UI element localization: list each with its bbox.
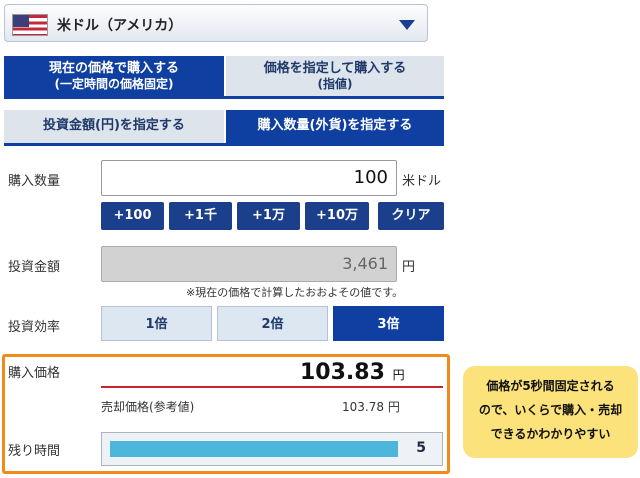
add-10k-button[interactable]: +1万 — [237, 202, 300, 230]
sell-price-number: 103.78 — [342, 400, 384, 414]
tab-buy-at-current-price[interactable]: 現在の価格で購入する (一定時間の価格固定) — [4, 56, 224, 96]
tab-sublabel: (一定時間の価格固定) — [54, 77, 174, 91]
clear-button[interactable]: クリア — [378, 202, 444, 230]
price-unit: 円 — [392, 368, 405, 382]
callout-line: 価格が5秒間固定される — [486, 379, 615, 393]
currency-name: 米ドル（アメリカ） — [57, 18, 183, 34]
add-1k-button[interactable]: +1千 — [169, 202, 232, 230]
tab-underline — [4, 143, 444, 146]
quantity-label: 購入数量 — [8, 174, 61, 189]
remaining-time-bar: 5 — [101, 432, 443, 466]
add-100k-button[interactable]: +10万 — [305, 202, 369, 230]
caret-down-icon — [399, 20, 415, 30]
callout-line: できるかわかりやすい — [490, 427, 611, 441]
tab-label: 価格を指定して購入する — [263, 61, 407, 76]
leverage-label: 投資効率 — [8, 320, 61, 335]
investment-unit: 円 — [402, 260, 416, 275]
currency-selector[interactable]: 米ドル（アメリカ） — [4, 4, 428, 42]
price-number: 103.83 — [300, 360, 385, 385]
tab-label: 現在の価格で購入する — [48, 61, 179, 76]
add-100-button[interactable]: +100 — [101, 202, 164, 230]
purchase-price-value: 103.83 円 — [300, 360, 405, 385]
sell-price-label: 売却価格(参考値) — [101, 400, 195, 414]
quantity-unit: 米ドル — [402, 174, 442, 189]
investment-note: ※現在の価格で計算したおおよその値です。 — [186, 286, 404, 299]
sell-price-unit: 円 — [387, 400, 400, 414]
tab-underline — [4, 96, 444, 99]
remaining-time-label: 残り時間 — [8, 444, 61, 459]
leverage-1x-button[interactable]: 1倍 — [101, 306, 212, 341]
tab-label: 購入数量(外貨)を指定する — [257, 118, 413, 133]
order-panel: 米ドル（アメリカ） 現在の価格で購入する (一定時間の価格固定) 価格を指定して… — [0, 0, 456, 478]
leverage-3x-button[interactable]: 3倍 — [333, 306, 444, 341]
tab-sublabel: (指値) — [317, 77, 353, 91]
quantity-input[interactable]: 100 — [101, 160, 397, 196]
remaining-time-fill — [110, 441, 398, 457]
leverage-2x-button[interactable]: 2倍 — [217, 306, 328, 341]
tab-buy-at-limit-price[interactable]: 価格を指定して購入する (指値) — [226, 56, 444, 96]
callout-line: ので、いくらで購入・売却 — [478, 403, 623, 417]
us-flag-icon — [12, 14, 48, 36]
investment-amount-field: 3,461 — [101, 246, 397, 282]
purchase-price-label: 購入価格 — [8, 366, 61, 381]
investment-label: 投資金額 — [8, 260, 61, 275]
tab-specify-quantity[interactable]: 購入数量(外貨)を指定する — [226, 110, 444, 144]
tab-specify-investment-amount[interactable]: 投資金額(円)を指定する — [4, 110, 224, 144]
sell-price-value: 103.78 円 — [342, 398, 400, 415]
tab-label: 投資金額(円)を指定する — [43, 118, 185, 133]
explanation-callout: 価格が5秒間固定される ので、いくらで購入・売却 できるかわかりやすい — [463, 366, 638, 458]
price-divider — [101, 386, 443, 388]
remaining-time-value: 5 — [416, 440, 426, 456]
